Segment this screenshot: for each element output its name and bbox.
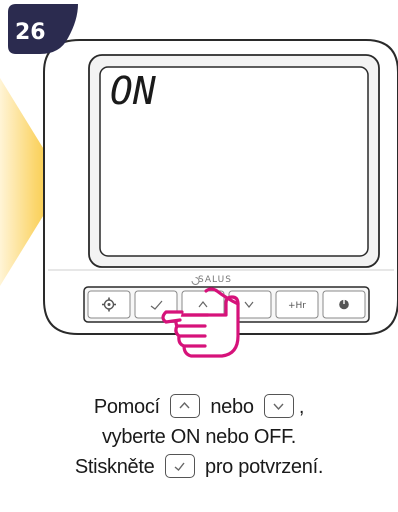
instruction-text-pomoci: Pomocí <box>93 396 160 418</box>
instruction-line-3: Stiskněte pro potvrzení. <box>0 452 398 482</box>
instructions: Pomocí nebo , vyberte ON nebo OFF. Stisk… <box>0 392 398 482</box>
lcd-display-text: ON <box>110 69 156 113</box>
instruction-text-stisknete: Stiskněte <box>74 456 155 478</box>
instruction-text-nebo: nebo <box>210 396 254 418</box>
brand-label: SALUS <box>198 275 232 285</box>
confirm-key-icon <box>164 453 195 478</box>
instruction-line-1: Pomocí nebo , <box>0 392 398 422</box>
step-number: 26 <box>15 20 46 45</box>
power-button[interactable] <box>322 290 366 319</box>
settings-button[interactable] <box>87 290 131 319</box>
up-key-icon <box>170 393 201 418</box>
plus-hour-label: +Hr <box>288 301 306 311</box>
instruction-line-2: vyberte ON nebo OFF. <box>101 426 297 448</box>
salus-logo: SALUS <box>191 275 232 285</box>
instruction-text-comma: , <box>298 396 305 418</box>
down-key-icon <box>263 393 294 418</box>
plus-hour-button[interactable]: +Hr <box>275 290 319 319</box>
instruction-text-potvrzeni: pro potvrzení. <box>205 456 324 478</box>
